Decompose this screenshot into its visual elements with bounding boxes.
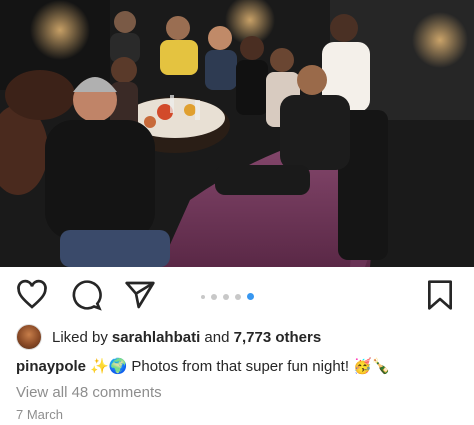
post-photo[interactable]	[0, 0, 474, 267]
paper-plane-icon[interactable]	[124, 279, 156, 311]
carousel-dot	[201, 294, 205, 299]
carousel-dot	[235, 293, 241, 300]
likes-prefix: Liked by	[52, 328, 108, 346]
likes-middle: and	[200, 328, 234, 346]
likes-others-link[interactable]: 7,773 others	[234, 329, 322, 346]
post-caption: pinaypole ✨🌍 Photos from that super fun …	[0, 351, 474, 381]
caption-text: Photos from that super fun night!	[131, 357, 349, 375]
heart-icon[interactable]	[16, 279, 48, 311]
carousel-dot	[223, 293, 229, 300]
group-dinner-photo	[0, 0, 474, 267]
caption-username-link[interactable]: pinaypole	[16, 358, 86, 375]
carousel-indicator	[201, 293, 254, 300]
caption-emoji-sparkles-globe: ✨🌍	[90, 357, 128, 375]
likes-summary: Liked by sarahlahbati and 7,773 others	[0, 323, 474, 351]
bookmark-icon[interactable]	[424, 279, 456, 311]
view-comments-link[interactable]: View all 48 comments	[0, 381, 474, 403]
liker-username-link[interactable]: sarahlahbati	[112, 329, 200, 346]
comment-icon[interactable]	[70, 279, 102, 311]
liker-avatar[interactable]	[16, 324, 42, 350]
caption-emoji-party-bottle: 🥳🍾	[353, 357, 391, 375]
post-action-bar	[0, 267, 474, 323]
carousel-dot	[211, 293, 217, 300]
carousel-dot-active	[247, 293, 254, 300]
post-date: 7 March	[16, 406, 63, 422]
